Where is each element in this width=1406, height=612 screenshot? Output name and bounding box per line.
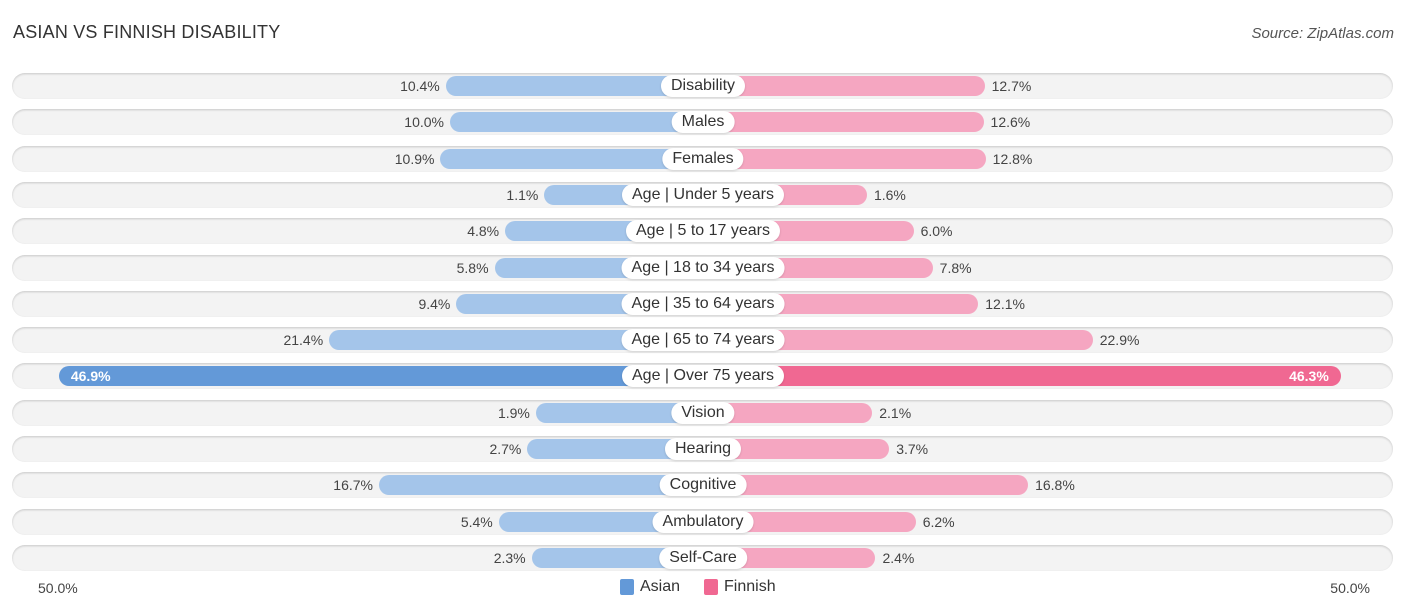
category-label: Vision [671, 402, 735, 424]
legend-label-asian: Asian [640, 578, 681, 595]
value-label-asian: 10.4% [400, 78, 440, 94]
value-label-finnish: 2.4% [882, 550, 915, 566]
category-label: Age | 18 to 34 years [621, 257, 785, 279]
bar-finnish-disability[interactable] [703, 76, 985, 96]
value-label-finnish: 12.8% [992, 151, 1033, 167]
category-label: Age | 5 to 17 years [625, 220, 781, 242]
category-label: Age | 65 to 74 years [621, 329, 785, 351]
value-label-finnish: 2.1% [879, 405, 912, 421]
bar-finnish-age-over-75-years[interactable] [703, 366, 1341, 386]
value-label-asian: 9.4% [418, 296, 451, 312]
value-label-asian: 2.3% [493, 550, 526, 566]
category-label: Cognitive [659, 474, 747, 496]
bar-finnish-cognitive[interactable] [703, 475, 1029, 495]
value-label-asian: 10.0% [404, 114, 444, 130]
value-label-finnish: 12.1% [985, 296, 1025, 312]
value-label-finnish: 6.2% [922, 514, 955, 530]
value-label-asian: 5.8% [456, 260, 489, 276]
value-label-asian: 1.9% [497, 405, 530, 421]
value-label-finnish: 22.9% [1099, 332, 1140, 348]
axis-label-left: 50.0% [38, 580, 78, 596]
category-label: Self-Care [659, 547, 747, 569]
category-label: Age | Over 75 years [622, 365, 784, 387]
category-label: Females [662, 148, 744, 170]
value-label-asian: 21.4% [283, 332, 324, 348]
value-label-asian: 16.7% [333, 477, 373, 493]
axis-label-right: 50.0% [1330, 580, 1370, 596]
category-label: Hearing [664, 438, 742, 460]
legend-swatch-finnish [704, 579, 719, 595]
value-label-finnish: 12.6% [990, 114, 1031, 130]
value-label-asian: 1.1% [506, 187, 539, 203]
value-label-asian: 2.7% [489, 441, 522, 457]
category-label: Males [671, 111, 735, 133]
category-label: Age | 35 to 64 years [621, 293, 785, 315]
value-label-asian: 4.8% [467, 223, 500, 239]
value-label-asian: 5.4% [460, 514, 493, 530]
value-label-asian: 10.9% [394, 151, 435, 167]
bar-finnish-males[interactable] [703, 112, 984, 132]
legend: Asian Finnish [620, 578, 776, 596]
value-label-finnish: 46.3% [1289, 368, 1329, 384]
chart-title: ASIAN VS FINNISH DISABILITY [13, 22, 281, 42]
value-label-finnish: 7.8% [939, 260, 972, 276]
value-label-finnish: 16.8% [1035, 477, 1075, 493]
legend-label-finnish: Finnish [724, 578, 776, 595]
category-label: Disability [660, 75, 746, 97]
value-label-finnish: 6.0% [920, 223, 953, 239]
bar-asian-males[interactable] [450, 112, 703, 132]
source-label: Source: ZipAtlas.com [1251, 25, 1394, 42]
bar-finnish-females[interactable] [703, 149, 986, 169]
category-label: Age | Under 5 years [621, 184, 785, 206]
bar-asian-age-over-75-years[interactable] [58, 366, 703, 386]
value-label-asian: 46.9% [70, 368, 111, 384]
bar-asian-cognitive[interactable] [378, 475, 703, 495]
value-label-finnish: 3.7% [896, 441, 929, 457]
legend-swatch-asian [620, 579, 634, 595]
value-label-finnish: 1.6% [873, 187, 906, 203]
value-label-finnish: 12.7% [991, 78, 1032, 94]
category-label: Ambulatory [652, 511, 754, 533]
